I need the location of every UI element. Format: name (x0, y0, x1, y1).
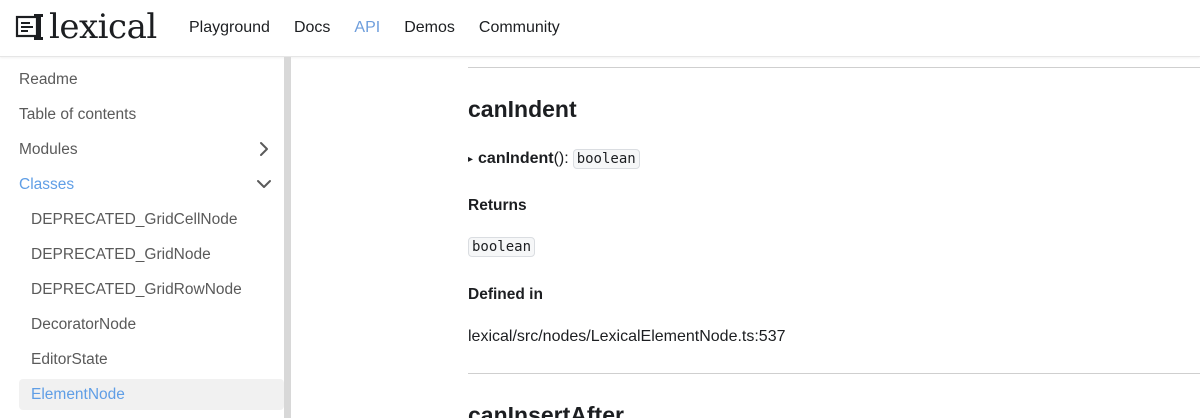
lexical-logo-icon (15, 14, 43, 40)
sidebar-scrollbar[interactable] (284, 57, 291, 418)
sidebar-item-deprecated-gridcellnode[interactable]: DEPRECATED_GridCellNode (19, 204, 284, 235)
signature-name: canIndent (478, 150, 554, 167)
signature-parens: (): (553, 150, 569, 167)
nav-links: Playground Docs API Demos Community (177, 0, 572, 56)
brand-name: lexical (49, 7, 157, 47)
expand-triangle-icon[interactable]: ▸ (468, 154, 473, 165)
method-title: canIndent (468, 96, 577, 122)
sidebar: Readme Table of contents Modules Classes… (0, 57, 291, 418)
sidebar-item-elementnode[interactable]: ElementNode (19, 379, 284, 410)
nav-link-demos[interactable]: Demos (392, 0, 467, 56)
nav-link-community[interactable]: Community (467, 0, 572, 56)
nav-link-docs[interactable]: Docs (282, 0, 342, 56)
divider (468, 373, 1200, 374)
brand[interactable]: lexical (15, 9, 157, 45)
sidebar-item-modules[interactable]: Modules (19, 134, 284, 165)
sidebar-item-decoratornode[interactable]: DecoratorNode (19, 309, 284, 340)
method-signature[interactable]: ▸ canIndent (): boolean (468, 148, 640, 170)
sidebar-item-label: Classes (19, 175, 75, 193)
divider (468, 67, 1200, 68)
sidebar-item-deprecated-gridrownode[interactable]: DEPRECATED_GridRowNode (19, 274, 284, 305)
defined-in-location[interactable]: lexical/src/nodes/LexicalElementNode.ts:… (468, 328, 786, 346)
sidebar-item-label: Modules (19, 140, 78, 158)
returns-type: boolean (468, 237, 536, 257)
chevron-right-icon[interactable] (256, 141, 272, 157)
returns-heading: Returns (468, 197, 527, 214)
sidebar-item-deprecated-gridnode[interactable]: DEPRECATED_GridNode (19, 239, 284, 270)
signature-return-type: boolean (572, 149, 640, 169)
sidebar-item-classes[interactable]: Classes (19, 169, 284, 200)
top-navbar: lexical Playground Docs API Demos Commun… (0, 0, 1200, 57)
next-method-title: canInsertAfter (468, 402, 624, 418)
nav-link-playground[interactable]: Playground (177, 0, 282, 56)
chevron-down-icon[interactable] (256, 176, 272, 192)
sidebar-item-table-of-contents[interactable]: Table of contents (19, 99, 284, 130)
sidebar-item-readme[interactable]: Readme (19, 64, 284, 95)
nav-link-api[interactable]: API (342, 0, 392, 56)
defined-in-heading: Defined in (468, 286, 543, 303)
sidebar-item-editorstate[interactable]: EditorState (19, 344, 284, 375)
